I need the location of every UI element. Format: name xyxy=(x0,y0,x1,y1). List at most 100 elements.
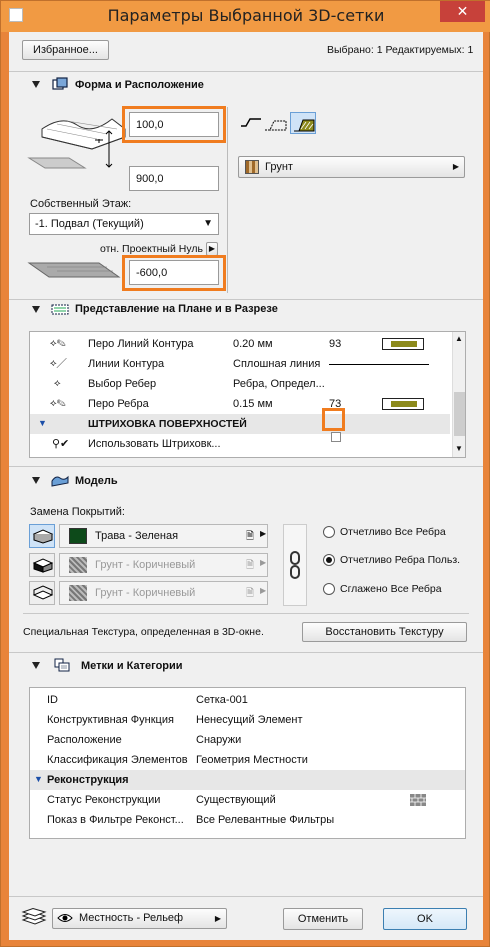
list-item[interactable]: ID Сетка-001 xyxy=(30,690,465,710)
close-button[interactable]: ✕ xyxy=(440,1,485,22)
favorites-button[interactable]: Избранное... xyxy=(22,40,109,60)
floorplan-section-title: Представление на Плане и в Разрезе xyxy=(75,303,278,315)
group-header-row[interactable]: ▼ Реконструкция xyxy=(30,770,465,790)
list-item[interactable]: Статус Реконструкции Существующий xyxy=(30,790,465,810)
material-name: Грунт xyxy=(265,161,293,173)
story-value: -1. Подвал (Текущий) xyxy=(35,218,144,230)
chevron-right-icon: ▶ xyxy=(214,914,221,923)
document-icon: 🗎 xyxy=(246,588,255,599)
radio-label: Сглажено Все Ребра xyxy=(340,583,442,595)
scroll-down-icon[interactable]: ▼ xyxy=(455,444,463,453)
tags-icon xyxy=(54,658,70,672)
floorplan-list: ⟡✎ Перо Линий Контура 0.20 мм 93 ⟡╱ Лини… xyxy=(29,331,466,458)
list-item[interactable]: ⟡✎ Перо Ребра 0.15 мм 73 xyxy=(30,394,450,414)
divider xyxy=(9,896,483,897)
surface-swatch-icon xyxy=(69,585,87,601)
ok-button[interactable]: OK xyxy=(383,908,467,930)
edge-solid-button[interactable] xyxy=(290,112,316,134)
selection-info: Выбрано: 1 Редактируемых: 1 xyxy=(327,44,474,56)
material-picker[interactable]: Грунт ▶ xyxy=(238,156,465,178)
radio-sharp-user[interactable] xyxy=(323,554,335,566)
bottom-surface-toggle[interactable] xyxy=(29,581,55,605)
radio-smooth-all[interactable] xyxy=(323,583,335,595)
model-section-title: Модель xyxy=(75,475,118,487)
row-label: Статус Реконструкции xyxy=(47,794,161,806)
scroll-thumb[interactable] xyxy=(454,392,465,436)
row-label: Перо Линий Контура xyxy=(88,338,194,350)
chevron-right-icon: ▶ xyxy=(260,529,267,538)
scrollbar[interactable]: ▲ ▼ xyxy=(452,332,465,457)
row-value: 0.20 мм xyxy=(233,338,273,350)
line-sample xyxy=(329,364,429,365)
row-value: Сплошная линия xyxy=(233,358,321,370)
divider xyxy=(9,299,483,300)
elevation-plane-icon xyxy=(27,262,121,278)
surface-override-picker[interactable]: Трава - Зеленая 🗎 ▶ xyxy=(59,524,268,548)
dialog-client: Избранное... Выбрано: 1 Редактируемых: 1… xyxy=(9,32,483,940)
divider xyxy=(23,613,469,614)
surface-override-picker[interactable]: Грунт - Коричневый 🗎 ▶ xyxy=(59,581,268,605)
chain-link-icon xyxy=(290,551,300,579)
cancel-button[interactable]: Отменить xyxy=(283,908,363,930)
chain-link-button[interactable] xyxy=(283,524,307,606)
chevron-right-icon: ▶ xyxy=(260,558,267,567)
list-item[interactable]: Классификация Элементов Геометрия Местно… xyxy=(30,750,465,770)
collapse-triangle-icon[interactable] xyxy=(32,306,40,313)
tags-section-title: Метки и Категории xyxy=(81,660,183,672)
collapse-triangle-icon[interactable] xyxy=(32,477,40,484)
surface-name: Грунт - Коричневый xyxy=(95,559,196,571)
row-value: Сетка-001 xyxy=(196,694,248,706)
radio-sharp-all[interactable] xyxy=(323,526,335,538)
list-item[interactable]: Показ в Фильтре Реконст... Все Релевантн… xyxy=(30,810,465,830)
vertical-divider xyxy=(227,107,228,293)
scroll-up-icon[interactable]: ▲ xyxy=(455,334,463,343)
collapse-triangle-icon[interactable] xyxy=(32,81,40,88)
dialog-window: Параметры Выбранной 3D-сетки ✕ Избранное… xyxy=(0,0,490,947)
title-bar[interactable]: Параметры Выбранной 3D-сетки ✕ xyxy=(1,1,490,32)
top-surface-toggle[interactable] xyxy=(29,524,55,548)
expand-triangle-icon: ▼ xyxy=(34,774,43,784)
divider xyxy=(9,466,483,467)
restore-texture-button[interactable]: Восстановить Текстуру xyxy=(302,622,467,642)
chevron-right-icon: ▶ xyxy=(452,162,459,171)
list-item[interactable]: ⟡ Выбор Ребер Ребра, Определ... xyxy=(30,374,450,394)
row-label: Использовать Штриховк... xyxy=(88,438,221,450)
list-item[interactable]: ⟡╱ Линии Контура Сплошная линия xyxy=(30,354,450,374)
group-header-label: Реконструкция xyxy=(47,774,129,786)
brick-wall-icon xyxy=(410,794,426,806)
row-label: Расположение xyxy=(47,734,122,746)
chevron-right-icon: ▶ xyxy=(260,586,267,595)
edge-side-icon[interactable] xyxy=(264,114,288,132)
reference-arrow-button[interactable]: ▶ xyxy=(206,242,218,256)
story-dropdown[interactable]: -1. Подвал (Текущий) ▼ xyxy=(29,213,219,235)
divider xyxy=(9,71,483,72)
surface-swatch-icon xyxy=(69,528,87,544)
use-hatch-checkbox[interactable] xyxy=(331,432,341,442)
side-surface-toggle[interactable] xyxy=(29,553,55,577)
edge-solid-icon xyxy=(294,119,315,132)
row-label: Классификация Элементов xyxy=(47,754,188,766)
edge-line-icon[interactable] xyxy=(240,114,262,132)
row-value: Все Релевантные Фильтры xyxy=(196,814,335,826)
surface-name: Трава - Зеленая xyxy=(95,530,179,542)
document-icon: 🗎 xyxy=(246,531,255,542)
list-item[interactable]: Конструктивная Функция Ненесущий Элемент xyxy=(30,710,465,730)
thickness-field[interactable]: 900,0 xyxy=(129,166,219,191)
row-value: Геометрия Местности xyxy=(196,754,308,766)
layer-picker[interactable]: Местность - Рельеф ▶ xyxy=(52,908,227,929)
list-item[interactable]: Расположение Снаружи xyxy=(30,730,465,750)
list-item[interactable]: ⚲✔ Использовать Штриховк... xyxy=(30,432,450,454)
geometry-icon xyxy=(52,77,68,90)
document-icon: 🗎 xyxy=(246,560,255,571)
texture-note: Специальная Текстура, определенная в 3D-… xyxy=(23,626,264,638)
row-value: Ненесущий Элемент xyxy=(196,714,303,726)
list-item[interactable]: ⟡✎ Перо Линий Контура 0.20 мм 93 xyxy=(30,334,450,354)
highlight-box xyxy=(122,255,226,291)
collapse-triangle-icon[interactable] xyxy=(32,662,40,669)
story-label: Собственный Этаж: xyxy=(30,198,132,210)
row-label: Конструктивная Функция xyxy=(47,714,174,726)
surface-override-picker[interactable]: Грунт - Коричневый 🗎 ▶ xyxy=(59,553,268,577)
highlight-box xyxy=(122,106,226,143)
geometry-section-title: Форма и Расположение xyxy=(75,79,204,91)
group-header-row[interactable]: ▼ ШТРИХОВКА ПОВЕРХНОСТЕЙ xyxy=(30,414,450,434)
